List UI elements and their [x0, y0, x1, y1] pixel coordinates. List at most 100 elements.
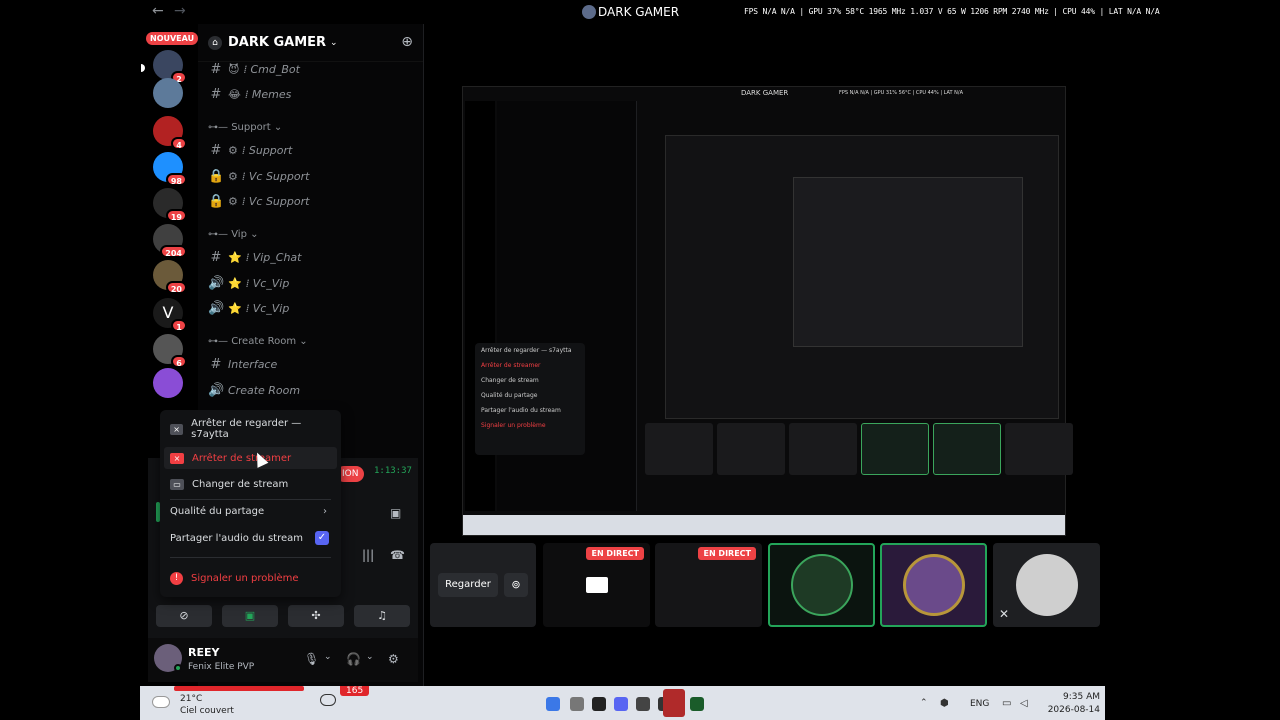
channel-vip-chat[interactable]: # ⭐ ⁞ Vip_Chat — [208, 250, 302, 265]
weather-desc: Ciel couvert — [180, 706, 234, 716]
menu-stream-quality[interactable]: Qualité du partage › — [170, 500, 333, 522]
user-panel: REEY Fenix Elite PVP 🎙 ⌄ 🎧 ⌄ ⚙ — [148, 638, 418, 682]
chevron-up-icon[interactable]: ⌃ — [920, 698, 928, 708]
menu-stop-streaming[interactable]: × Arrêter de streamer — [170, 447, 333, 469]
cloud-icon — [320, 694, 336, 706]
star-icon: ⭐ — [228, 251, 242, 264]
menu-stop-watching[interactable]: × Arrêter de regarder — s7aytta — [170, 418, 333, 440]
category-support[interactable]: ⊶— Support ⌄ — [208, 122, 282, 133]
speaker-icon: 🔊 — [208, 276, 225, 291]
user-tile-3[interactable]: ✕ — [993, 543, 1100, 627]
title-bar: ← → DARK GAMER FPS N/A N/A | GPU 37% 58°… — [140, 0, 1160, 24]
online-status-icon — [174, 664, 182, 672]
avatar — [902, 554, 965, 616]
channel-vc-support-1[interactable]: 🔒 ⚙ ⁞ Vc Support — [208, 169, 309, 184]
channel-cmd-bot[interactable]: # 😈 ⁞ Cmd_Bot — [208, 62, 300, 77]
windows-start-icon[interactable] — [546, 697, 560, 711]
server-icon-9[interactable]: 6 — [153, 334, 187, 368]
app-icon[interactable] — [636, 697, 650, 711]
popout-icon[interactable]: ⊚ — [504, 573, 528, 597]
stream-button[interactable]: ▣ — [222, 605, 278, 627]
stats-app-icon[interactable] — [592, 697, 606, 711]
server-icon-4[interactable]: 98 — [153, 152, 187, 186]
gear-icon: ⚙ — [228, 195, 238, 208]
server-icon-6[interactable]: 204 — [153, 224, 187, 258]
menu-change-stream[interactable]: ▭ Changer de stream — [170, 473, 333, 495]
notification-badge: 165 — [340, 686, 370, 696]
back-arrow-icon[interactable]: ← — [152, 3, 164, 19]
lock-icon: 🔒 — [208, 194, 225, 209]
user-tile-2[interactable] — [880, 543, 987, 627]
channel-memes[interactable]: # 😂 ⁞ Memes — [208, 87, 292, 102]
chevron-down-icon[interactable]: ⌄ — [324, 652, 332, 662]
volume-icon[interactable]: ◁ — [1020, 698, 1028, 709]
avatar — [1015, 554, 1078, 616]
network-icon[interactable]: ▭ — [1002, 698, 1011, 709]
nested-stream-preview[interactable]: DARK GAMER FPS N/A N/A | GPU 31% 56°C | … — [462, 86, 1073, 536]
search-icon[interactable] — [570, 697, 584, 711]
gear-icon: ⚙ — [228, 170, 238, 183]
watch-tile[interactable]: Regarder ⊚ — [430, 543, 536, 627]
channel-vc-vip-1[interactable]: 🔊 ⭐ ⁞ Vc_Vip — [208, 276, 289, 291]
server-icon-playzone[interactable]: 4 — [153, 116, 187, 150]
channel-create-room[interactable]: 🔊 Create Room — [208, 383, 300, 398]
server-badge-icon: ⌂ — [208, 35, 222, 50]
hash-icon: # — [210, 143, 222, 158]
menu-report-problem[interactable]: ! Signaler un problème — [170, 567, 333, 589]
channel-interface[interactable]: # Interface — [208, 357, 278, 372]
channel-vc-vip-2[interactable]: 🔊 ⭐ ⁞ Vc_Vip — [208, 301, 289, 316]
os-taskbar: 21°C Ciel couvert 165 ⌃ ⬢ ENG ▭ ◁ 9:35 A… — [140, 686, 1105, 720]
app-icon[interactable] — [690, 697, 704, 711]
soundboard-icon[interactable]: ||| — [362, 548, 374, 562]
stream-tile-2[interactable]: EN DIRECT — [655, 543, 762, 627]
stream-timer: 1:13:37 — [374, 466, 412, 476]
screen-icon: ▭ — [170, 478, 184, 490]
server-icon-valorant[interactable]: V1 — [153, 298, 187, 332]
headset-icon[interactable]: 🎧 — [346, 652, 361, 666]
live-badge: EN DIRECT — [586, 547, 644, 560]
user-tile-staytta[interactable] — [768, 543, 875, 627]
screen-stop-icon: × — [170, 452, 184, 464]
username: REEY — [188, 646, 220, 659]
watch-button[interactable]: Regarder — [438, 573, 498, 597]
settings-gear-icon[interactable]: ⚙ — [388, 652, 399, 666]
microphone-icon[interactable]: 🎙 — [304, 652, 319, 666]
channel-vc-support-2[interactable]: 🔒 ⚙ ⁞ Vc Support — [208, 194, 309, 209]
forward-arrow-icon[interactable]: → — [174, 3, 186, 19]
soundboard-button[interactable]: ♫ — [354, 605, 410, 627]
speaker-icon: 🔊 — [208, 383, 225, 398]
language-indicator[interactable]: ENG — [970, 699, 989, 709]
screen-icon: × — [170, 423, 184, 435]
warning-icon: ! — [170, 571, 183, 585]
nested-menu-preview: Arrêter de regarder — s7aytta Arrêter de… — [475, 343, 585, 455]
channel-support[interactable]: # ⚙ ⁞ Support — [208, 143, 293, 158]
category-create-room[interactable]: ⊶— Create Room ⌄ — [208, 336, 308, 347]
add-member-icon[interactable]: ⊕ — [401, 34, 413, 50]
disconnect-icon[interactable]: ☎ — [390, 548, 405, 562]
server-icon-10[interactable] — [153, 368, 183, 398]
clock-date: 2026-08-14 — [1047, 705, 1100, 715]
chevron-right-icon: › — [323, 505, 327, 517]
server-icon-7[interactable]: 20 — [153, 260, 187, 294]
stream-tile-1[interactable]: EN DIRECT — [543, 543, 650, 627]
activities-button[interactable]: ✣ — [288, 605, 344, 627]
discord-icon[interactable] — [614, 697, 628, 711]
active-app-icon[interactable] — [663, 689, 685, 717]
camera-off-button[interactable]: ⊘ — [156, 605, 212, 627]
menu-share-audio[interactable]: Partager l'audio du stream ✓ — [170, 527, 333, 549]
server-icon-2[interactable] — [153, 78, 183, 108]
server-icon-1[interactable]: 2 — [153, 50, 187, 84]
weather-temp: 21°C — [180, 694, 203, 704]
muted-icon: ✕ — [999, 607, 1010, 621]
checkbox-checked-icon[interactable]: ✓ — [315, 531, 329, 545]
location-icon: ⬢ — [940, 698, 949, 709]
window-title: DARK GAMER — [598, 5, 680, 19]
star-icon: ⭐ — [228, 277, 242, 290]
stream-context-menu: × Arrêter de regarder — s7aytta × Arrête… — [160, 410, 341, 597]
server-icon-5[interactable]: 19 — [153, 188, 187, 222]
new-badge: NOUVEAU — [146, 32, 199, 45]
chevron-down-icon[interactable]: ⌄ — [366, 652, 374, 662]
screen-share-icon[interactable]: ▣ — [390, 506, 401, 520]
server-header[interactable]: ⌂ DARK GAMER ⌄ ⊕ — [198, 24, 423, 62]
category-vip[interactable]: ⊶— Vip ⌄ — [208, 229, 259, 240]
